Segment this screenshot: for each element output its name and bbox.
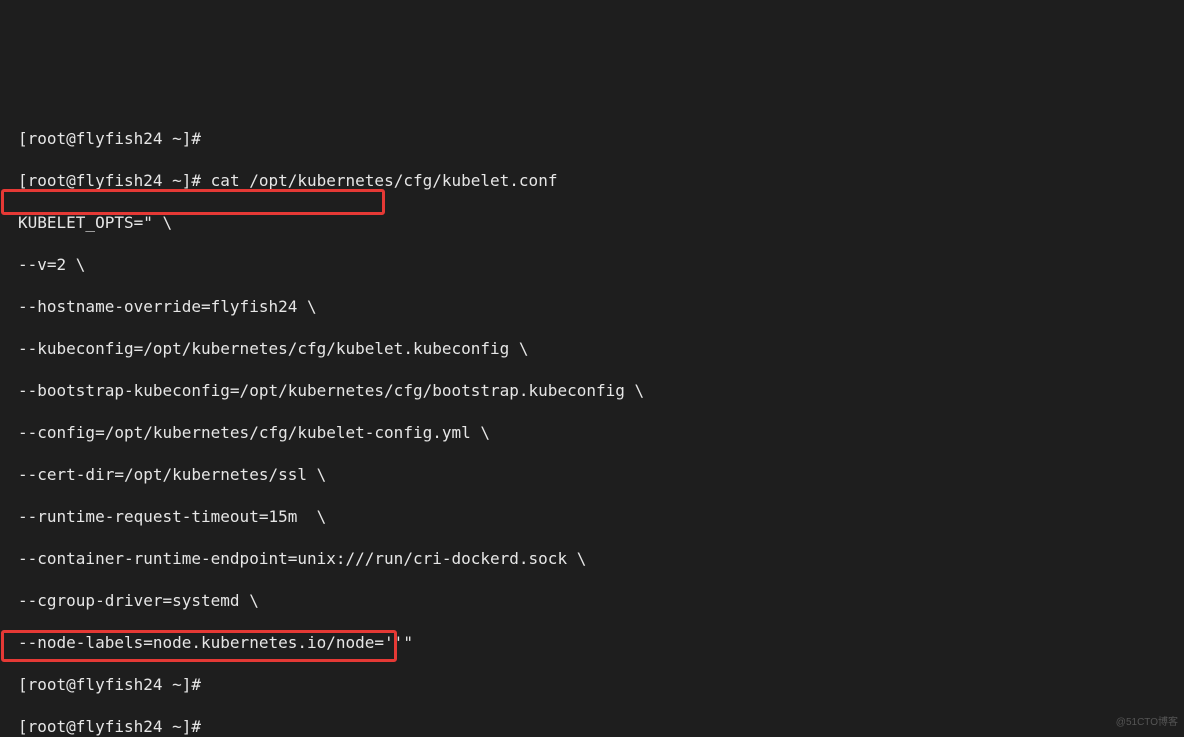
- terminal-output[interactable]: [root@flyfish24 ~]# [root@flyfish24 ~]# …: [4, 105, 1180, 737]
- output-line: --container-runtime-endpoint=unix:///run…: [18, 548, 1180, 569]
- shell-prompt: [root@flyfish24 ~]#: [18, 675, 201, 694]
- shell-prompt: [root@flyfish24 ~]#: [18, 717, 201, 736]
- output-line: --cert-dir=/opt/kubernetes/ssl \: [18, 464, 1180, 485]
- output-line: --v=2 \: [18, 254, 1180, 275]
- shell-prompt: [root@flyfish24 ~]#: [18, 129, 201, 148]
- output-line: KUBELET_OPTS=" \: [18, 212, 1180, 233]
- output-line-hostname-override: --hostname-override=flyfish24 \: [18, 296, 1180, 317]
- command-cat-kubelet: cat /opt/kubernetes/cfg/kubelet.conf: [211, 171, 558, 190]
- output-line: --node-labels=node.kubernetes.io/node=''…: [18, 632, 1180, 653]
- output-line: --cgroup-driver=systemd \: [18, 590, 1180, 611]
- watermark-text: @51CTO博客: [1116, 712, 1178, 733]
- shell-prompt: [root@flyfish24 ~]#: [18, 171, 201, 190]
- output-line: --config=/opt/kubernetes/cfg/kubelet-con…: [18, 422, 1180, 443]
- output-line: --runtime-request-timeout=15m \: [18, 506, 1180, 527]
- output-line: --bootstrap-kubeconfig=/opt/kubernetes/c…: [18, 380, 1180, 401]
- output-line: --kubeconfig=/opt/kubernetes/cfg/kubelet…: [18, 338, 1180, 359]
